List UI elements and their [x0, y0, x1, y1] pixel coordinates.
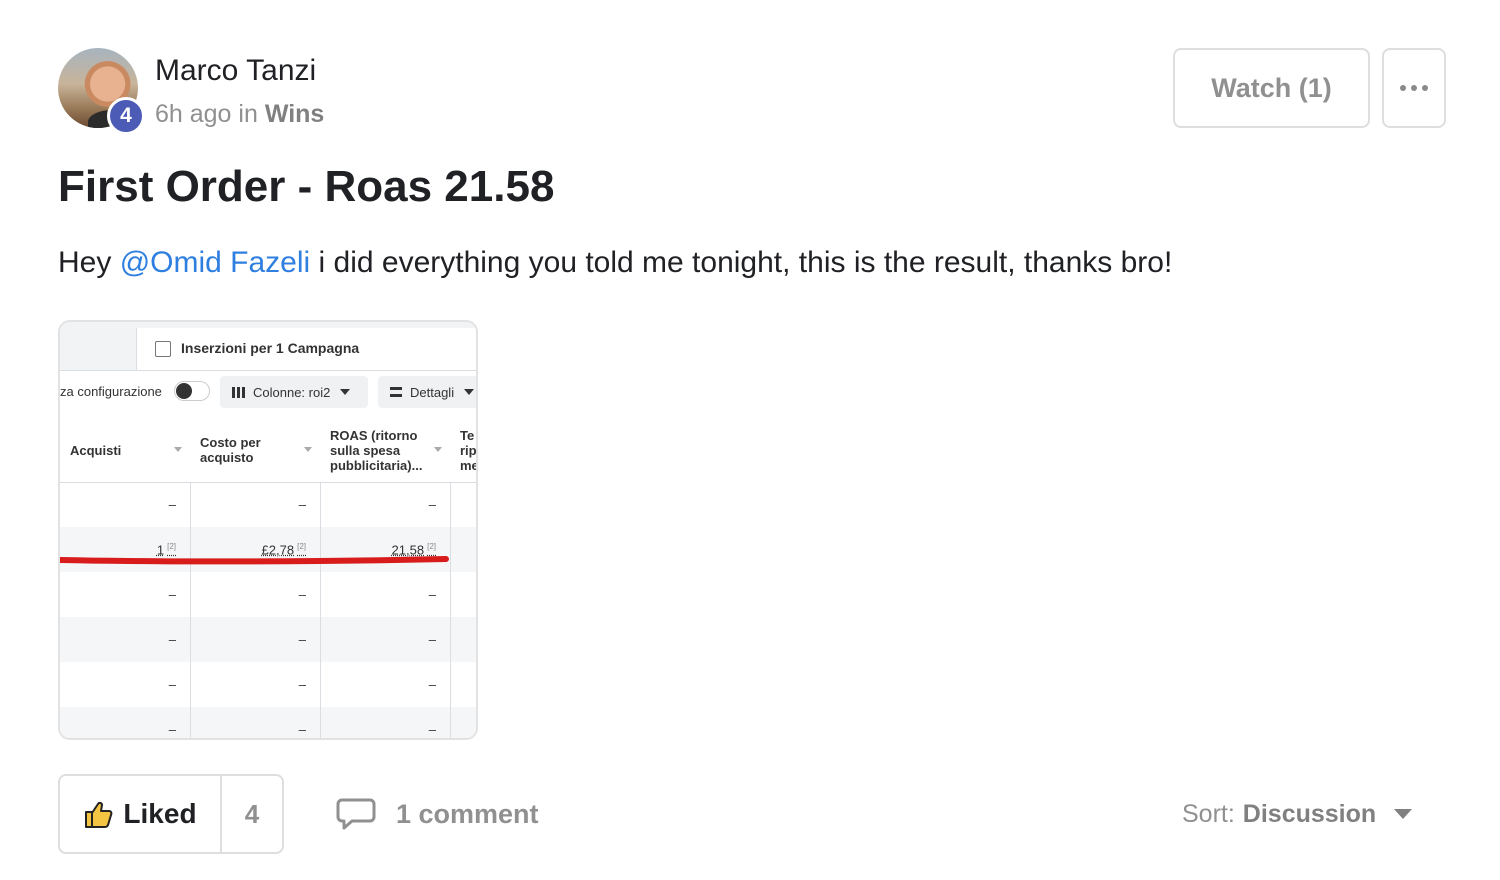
details-label: Dettagli [410, 384, 455, 400]
details-icon [390, 387, 402, 397]
like-group: Liked 4 [58, 774, 284, 854]
post-category[interactable]: Wins [265, 100, 325, 128]
ads-tabbar: Inserzioni per 1 Campagna [60, 322, 476, 371]
post-in-label: in [238, 100, 258, 128]
column-divider [320, 482, 321, 738]
author-name[interactable]: Marco Tanzi [155, 54, 316, 88]
table-row: – – – [168, 497, 436, 512]
columns-label: Colonne: roi2 [253, 384, 331, 400]
more-options-button[interactable] [1382, 48, 1446, 128]
column-divider [450, 482, 451, 738]
ads-tab: Inserzioni per 1 Campagna [136, 328, 476, 370]
ads-tab-label: Inserzioni per 1 Campagna [181, 340, 360, 356]
like-button[interactable]: Liked [60, 776, 222, 852]
ads-table-header: Acquisti Costo per acquisto ROAS (ritorno… [60, 418, 478, 483]
column-divider [190, 482, 191, 738]
like-count[interactable]: 4 [222, 776, 282, 852]
details-pill: Dettagli [378, 376, 476, 408]
caret-down-icon [340, 389, 351, 395]
chevron-down-icon [1394, 809, 1413, 819]
table-row: – – – [60, 707, 476, 738]
ads-toolbar: za configurazione Colonne: roi2 Dettagli [60, 370, 476, 414]
post-title: First Order - Roas 21.58 [58, 162, 555, 211]
header-roas: ROAS (ritorno sulla spesa pubblicitaria)..… [330, 418, 450, 482]
post-body-suffix: i did everything you told me tonight, th… [310, 246, 1173, 279]
config-label: za configurazione [60, 384, 162, 399]
header-acquisti: Acquisti [70, 418, 190, 482]
level-badge: 4 [107, 97, 145, 135]
sort-dropdown[interactable]: Sort: Discussion [1182, 796, 1413, 832]
columns-icon [232, 386, 245, 398]
post-time: 6h ago [155, 100, 232, 128]
header-truncated: Te rip me [460, 427, 478, 473]
header-costo: Costo per acquisto [200, 418, 320, 482]
sort-value: Discussion [1242, 799, 1377, 828]
table-row: – – – [168, 587, 436, 602]
checkbox-icon [155, 341, 171, 357]
like-label: Liked [123, 798, 197, 829]
caret-down-icon [464, 389, 475, 395]
post-body: Hey @Omid Fazeli i did everything you to… [58, 246, 1172, 280]
table-row: – – – [60, 617, 476, 662]
table-row: – – – [168, 677, 436, 692]
comments-button[interactable]: 1 comment [336, 794, 539, 834]
attachment-image[interactable]: Inserzioni per 1 Campagna za configurazi… [58, 320, 478, 740]
sort-label: Sort: [1182, 799, 1235, 828]
post-meta: 6h ago in Wins [155, 100, 324, 129]
comment-count-label: 1 comment [396, 798, 539, 829]
more-dots-icon [1400, 85, 1428, 91]
red-underline-mark [60, 556, 449, 565]
columns-pill: Colonne: roi2 [220, 376, 368, 408]
watch-button[interactable]: Watch (1) [1173, 48, 1370, 128]
thumbs-up-icon [85, 801, 113, 828]
post-body-prefix: Hey [58, 246, 120, 279]
comment-icon [336, 798, 376, 830]
user-mention-link[interactable]: @Omid Fazeli [120, 246, 311, 279]
toggle-icon [174, 381, 210, 401]
